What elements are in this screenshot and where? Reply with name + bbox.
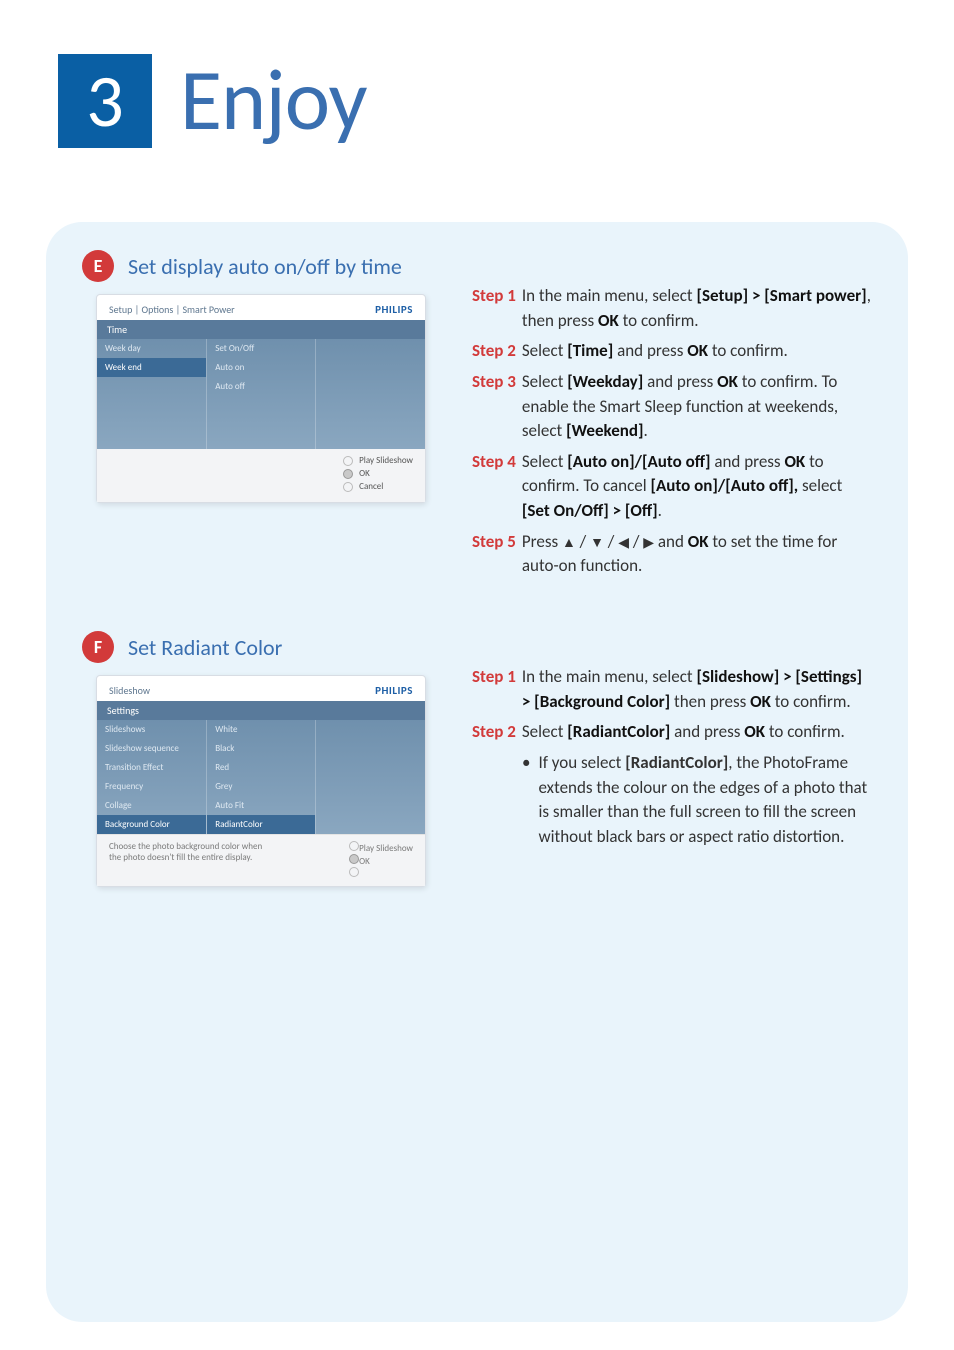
section-number-box: 3 — [58, 54, 152, 148]
section-pill-e: E — [82, 250, 114, 282]
device-col1-item: Week end — [97, 358, 206, 377]
device-col2-item: Auto off — [207, 377, 315, 396]
device-footer-item: OK — [359, 468, 370, 479]
device-brand: PHILIPS — [375, 684, 413, 697]
device-col1: Slideshows Slideshow sequence Transition… — [97, 720, 206, 834]
device-col1-item: Slideshows — [97, 720, 206, 739]
device-col1: Week day Week end — [97, 339, 206, 449]
device-col1-item: Frequency — [97, 777, 206, 796]
steps-f: Step 1In the main menu, select [Slidesho… — [472, 631, 872, 887]
step-body: Select [RadiantColor] and press OK to co… — [522, 720, 872, 745]
device-footer-item: OK — [359, 856, 370, 867]
device-col2-item: Auto on — [207, 358, 315, 377]
section-f: F Set Radiant Color Slideshow PHILIPS Se… — [82, 631, 872, 887]
device-brand: PHILIPS — [375, 303, 413, 316]
device-mock-e: Setup | Options | Smart Power PHILIPS Ti… — [96, 294, 426, 503]
device-bar: Time — [97, 320, 425, 339]
step-body: Select [Auto on]/[Auto off] and press OK… — [522, 450, 872, 524]
bullet-icon: • — [522, 751, 530, 850]
section-pill-f: F — [82, 631, 114, 663]
device-col2-item: RadiantColor — [207, 815, 315, 834]
device-footer: Play Slideshow OK Cancel — [97, 449, 425, 502]
step-body: Press ▲ / ▼ / ◀ / ▶ and OK to set the ti… — [522, 530, 872, 579]
step-label: Step 1 — [472, 284, 516, 333]
section-e: E Set display auto on/off by time Setup … — [82, 250, 872, 585]
device-col1-item: Week day — [97, 339, 206, 358]
step-label: Step 4 — [472, 450, 516, 524]
device-col2-item: Red — [207, 758, 315, 777]
page-title: Enjoy — [180, 48, 367, 153]
step-label: Step 2 — [472, 339, 516, 364]
device-col2-item: Black — [207, 739, 315, 758]
step-label: Step 1 — [472, 665, 516, 714]
device-footer-item: Play Slideshow — [359, 455, 413, 466]
content-panel: E Set display auto on/off by time Setup … — [46, 222, 908, 1322]
step-body: In the main menu, select [Slideshow] > [… — [522, 665, 872, 714]
bullet-body: If you select [RadiantColor], the PhotoF… — [538, 751, 872, 850]
device-col2: White Black Red Grey Auto Fit RadiantCol… — [206, 720, 315, 834]
steps-e: Step 1In the main menu, select [Setup] >… — [472, 250, 872, 585]
step-label: Step 5 — [472, 530, 516, 579]
device-col2-item: Grey — [207, 777, 315, 796]
device-breadcrumb: Slideshow — [109, 684, 150, 697]
page-header: 3 Enjoy — [0, 0, 954, 193]
section-title-e: Set display auto on/off by time — [128, 253, 402, 280]
device-col1-item: Collage — [97, 796, 206, 815]
device-col2-item: White — [207, 720, 315, 739]
step-body: In the main menu, select [Setup] > [Smar… — [522, 284, 872, 333]
section-title-f: Set Radiant Color — [128, 634, 282, 661]
device-footer-item: Cancel — [359, 481, 383, 492]
device-col1-item: Slideshow sequence — [97, 739, 206, 758]
device-col2: Set On/Off Auto on Auto off — [206, 339, 315, 449]
step-body: Select [Weekday] and press OK to confirm… — [522, 370, 872, 444]
device-breadcrumb: Setup | Options | Smart Power — [109, 303, 235, 316]
device-footer-item: Play Slideshow — [359, 843, 413, 854]
device-mock-f: Slideshow PHILIPS Settings Slideshows Sl… — [96, 675, 426, 887]
step-label: Step 3 — [472, 370, 516, 444]
step-body: Select [Time] and press OK to confirm. — [522, 339, 872, 364]
device-col1-item: Background Color — [97, 815, 206, 834]
device-col1-item: Transition Effect — [97, 758, 206, 777]
device-hint: Choose the photo background color when t… — [109, 841, 269, 863]
step-label: Step 2 — [472, 720, 516, 745]
device-bar: Settings — [97, 701, 425, 720]
device-col2-item: Set On/Off — [207, 339, 315, 358]
device-col2-item: Auto Fit — [207, 796, 315, 815]
